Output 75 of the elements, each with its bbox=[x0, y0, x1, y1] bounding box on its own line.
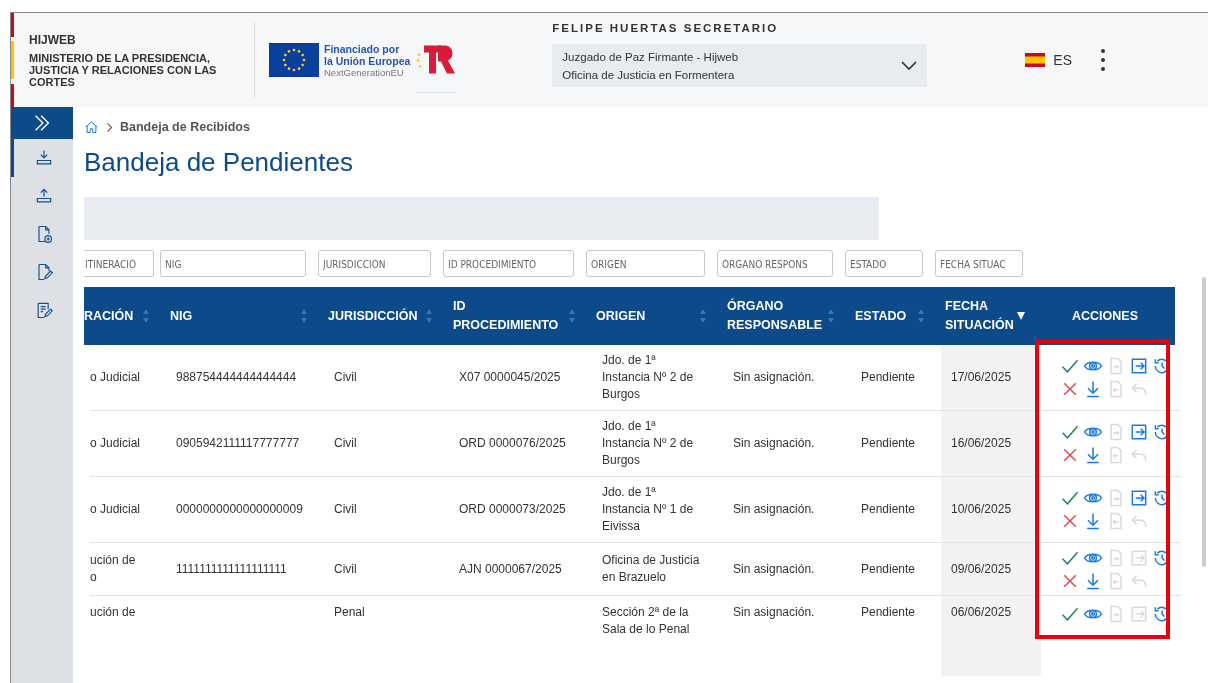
funding-text: Financiado por la Unión Europea bbox=[324, 42, 411, 67]
home-icon[interactable] bbox=[84, 119, 99, 135]
table-cell: AJN 0000067/2025 bbox=[459, 560, 562, 578]
table-cell: ución de bbox=[90, 604, 136, 621]
table-cell: Penal bbox=[334, 604, 365, 621]
table-cell: 06/06/2025 bbox=[951, 604, 1012, 621]
table-cell: Jdo. de 1ª Instancia Nº 2 de Burgos bbox=[602, 418, 694, 469]
table-cell: Jdo. de 1ª Instancia Nº 2 de Burgos bbox=[602, 352, 694, 403]
table-cell: ORD 0000073/2025 bbox=[459, 501, 566, 518]
more-options-icon[interactable] bbox=[1100, 48, 1107, 72]
breadcrumb-item[interactable]: Bandeja de Recibidos bbox=[120, 120, 250, 134]
forward-icon[interactable] bbox=[1129, 488, 1149, 508]
table-cell: 17/06/2025 bbox=[951, 369, 1012, 386]
column-header: ACCIONES bbox=[1071, 307, 1139, 325]
expand-sidebar-button[interactable] bbox=[11, 107, 73, 139]
table-cell: Pendiente bbox=[861, 604, 916, 621]
table-cell: Oficina de Justicia en Brazuelo bbox=[602, 552, 700, 586]
table-cell: Civil bbox=[334, 560, 357, 578]
table-cell: ORD 0000076/2025 bbox=[459, 435, 566, 452]
table-cell: Pendiente bbox=[861, 435, 916, 452]
column-header[interactable]: ID PROCEDIMIENTO bbox=[443, 287, 586, 345]
column-header[interactable]: JURISDICCIÓN bbox=[318, 287, 443, 345]
filter-field[interactable]: FECHA SITUAC bbox=[935, 250, 1023, 277]
table-cell: ución de o bbox=[90, 552, 136, 586]
filter-field[interactable]: ITINERACIÓ bbox=[84, 250, 154, 277]
table-cell: 1111111111111111111 bbox=[176, 560, 287, 578]
column-header[interactable]: RACIÓN bbox=[84, 287, 160, 345]
filter-field[interactable]: ESTADO bbox=[845, 250, 923, 277]
filter-field[interactable]: ÓRGANO RESPONS bbox=[717, 250, 833, 277]
table-cell: Civil bbox=[334, 501, 357, 518]
user-name: FELIPE HUERTAS SECRETARIO bbox=[552, 22, 780, 34]
table-cell: Pendiente bbox=[861, 501, 916, 518]
language-selector[interactable]: ES bbox=[1025, 52, 1073, 68]
filter-field[interactable]: ORIGEN bbox=[586, 250, 705, 277]
app-name: HIJWEB bbox=[29, 32, 77, 47]
office-select[interactable]: Juzgado de Paz Firmante - Hijweb Oficina de Justicia en Formentera bbox=[552, 44, 928, 87]
column-header[interactable]: ESTADO bbox=[845, 287, 935, 345]
chevron-down-icon bbox=[901, 60, 918, 71]
table-cell: 0000000000000000009 bbox=[176, 501, 303, 518]
table-cell: Sección 2ª de la Sala de lo Penal bbox=[602, 604, 690, 638]
funding-subtext: NextGenerationEU bbox=[324, 66, 404, 78]
table-cell: Jdo. de 1ª Instancia Nº 1 de Eivissa bbox=[602, 484, 694, 535]
filter-field[interactable]: JURISDICCIÓN bbox=[318, 250, 431, 277]
spain-flag-icon bbox=[1025, 53, 1046, 67]
table-cell: Civil bbox=[334, 369, 357, 386]
table-cell: X07 0000045/2025 bbox=[459, 369, 561, 386]
table-cell: 09/06/2025 bbox=[951, 560, 1012, 578]
column-header[interactable]: FECHA SITUACIÓN bbox=[935, 287, 1035, 345]
table-cell: Sin asignación. bbox=[733, 501, 815, 518]
table-cell: Sin asignación. bbox=[733, 369, 815, 386]
table-cell: Civil bbox=[334, 435, 357, 452]
table-cell: Sin asignación. bbox=[733, 560, 815, 578]
table-cell: o Judicial bbox=[90, 501, 141, 518]
filter-field[interactable]: NIG bbox=[160, 250, 306, 277]
table-cell: Pendiente bbox=[861, 369, 916, 386]
table-cell: o Judicial bbox=[90, 369, 141, 386]
column-header[interactable]: NIG bbox=[160, 287, 318, 345]
column-header[interactable]: ORIGEN bbox=[586, 287, 717, 345]
table-cell: Pendiente bbox=[861, 560, 916, 578]
table-cell: 988754444444444444 bbox=[176, 369, 297, 386]
chevron-right-icon bbox=[106, 121, 113, 133]
table-cell: o Judicial bbox=[90, 435, 141, 452]
eu-flag-icon bbox=[269, 43, 319, 77]
scrollbar[interactable] bbox=[1202, 277, 1206, 567]
forward-icon[interactable] bbox=[1129, 356, 1149, 376]
table-cell: 16/06/2025 bbox=[951, 435, 1012, 452]
filter-field[interactable]: ID PROCEDIMIENTO bbox=[443, 250, 574, 277]
table-cell: Sin asignación. bbox=[733, 604, 815, 621]
forward-icon[interactable] bbox=[1129, 422, 1149, 442]
column-header[interactable]: ÓRGANO RESPONSABLE bbox=[717, 287, 845, 345]
table-cell: 0905942111117777777 bbox=[176, 435, 300, 452]
table-cell: 10/06/2025 bbox=[951, 501, 1012, 518]
ministry-name: MINISTERIO DE LA PRESIDENCIA, JUSTICIA Y RELACIONES CON LAS CORTES bbox=[29, 51, 218, 88]
page-title: Bandeja de Pendientes bbox=[84, 147, 354, 179]
table-cell: Sin asignación. bbox=[733, 435, 815, 452]
